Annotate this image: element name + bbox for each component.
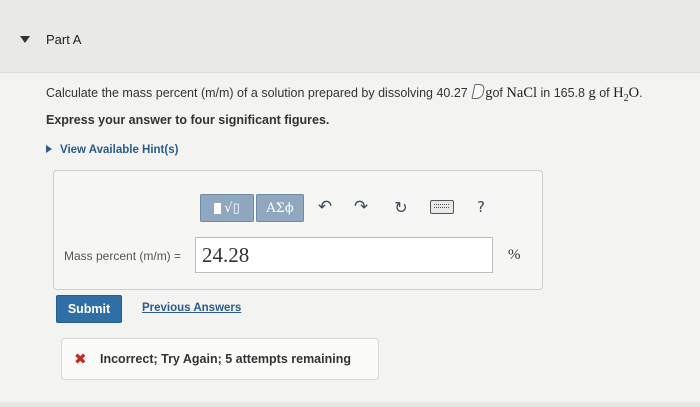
part-title[interactable]: Part A (46, 32, 81, 47)
bottom-divider (0, 402, 700, 407)
incorrect-x-icon: ✖ (74, 350, 87, 368)
part-header[interactable] (0, 0, 700, 73)
previous-answers-link[interactable]: Previous Answers (142, 302, 241, 314)
mass-percent-label: Mass percent (m/m) = (64, 249, 182, 263)
solvent-o: O (628, 85, 640, 101)
submit-button[interactable]: Submit (56, 295, 122, 323)
question-text-middle: in 165.8 (540, 86, 585, 100)
question-text-start: Calculate the mass percent (m/m) of a so… (46, 86, 468, 100)
templates-button[interactable]: √▯ (200, 194, 254, 222)
hint-label: View Available Hint(s) (60, 144, 179, 156)
view-hints-link[interactable]: View Available Hint(s) (46, 144, 178, 156)
instruction-text: Express your answer to four significant … (46, 113, 330, 127)
unit-label: % (508, 247, 521, 263)
triangle-down-icon[interactable] (20, 36, 30, 43)
greek-symbols-button[interactable]: ΑΣϕ (256, 194, 304, 222)
solute-formula: NaCl (506, 85, 538, 101)
question-text: Calculate the mass percent (m/m) of a so… (46, 84, 643, 104)
template-square-icon (214, 202, 222, 214)
undo-icon[interactable]: ↶ (314, 194, 336, 220)
solvent-formula: H2O (613, 85, 640, 104)
feedback-text: Incorrect; Try Again; 5 attempts remaini… (100, 352, 351, 366)
keyboard-icon[interactable] (428, 194, 456, 220)
redo-icon[interactable]: ↷ (350, 194, 372, 220)
answer-input[interactable]: 24.28 (195, 237, 493, 273)
question-period: . (639, 86, 643, 100)
reset-icon[interactable]: ↻ (390, 194, 412, 220)
solvent-mass-unit: g (588, 85, 596, 101)
of-word: of (492, 86, 503, 100)
sqrt-icon: √▯ (224, 200, 240, 216)
of-word-2: of (599, 86, 610, 100)
help-icon[interactable]: ? (470, 194, 492, 220)
triangle-right-icon (46, 145, 52, 153)
mouse-cursor-icon (471, 84, 486, 99)
solvent-h: H (613, 85, 624, 101)
